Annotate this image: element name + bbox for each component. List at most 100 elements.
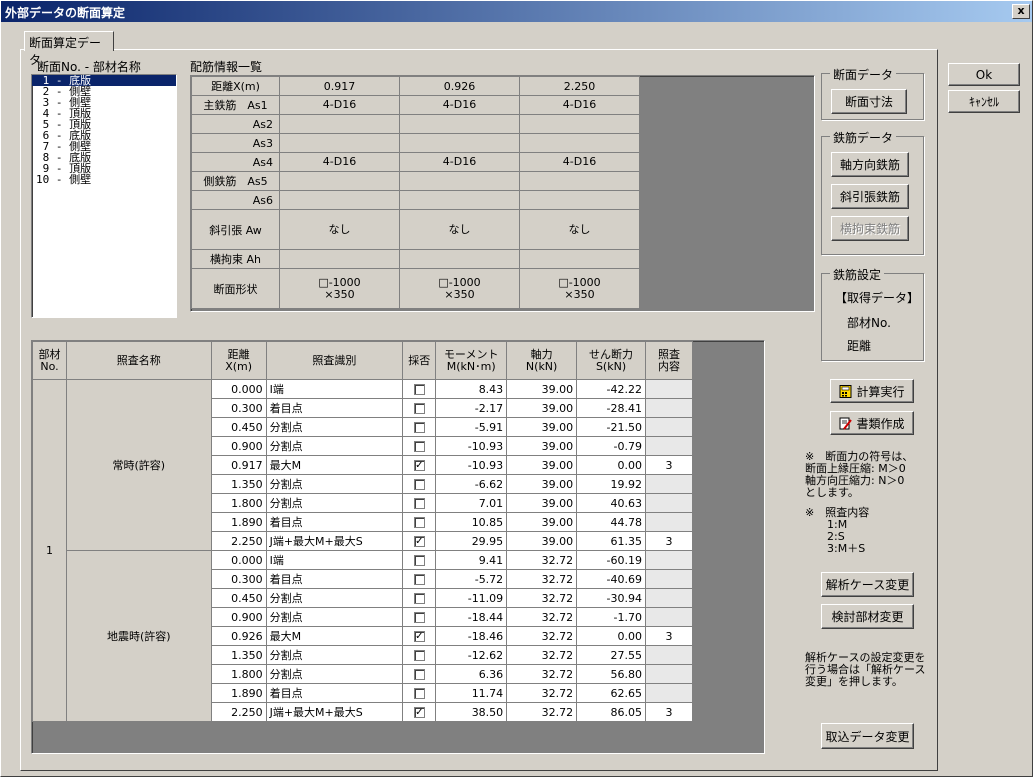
check-id-cell[interactable]: 着目点 — [265, 512, 404, 532]
axial-force-cell[interactable]: 32.72 — [506, 607, 578, 627]
adopt-checkbox[interactable] — [413, 688, 425, 699]
adopt-checkbox[interactable] — [413, 498, 425, 509]
shear-force-cell[interactable]: -42.22 — [576, 379, 646, 399]
moment-cell[interactable]: -2.17 — [435, 398, 508, 418]
adopt-cell[interactable] — [402, 417, 437, 437]
rebar-cell[interactable]: なし — [279, 209, 400, 250]
shear-force-cell[interactable]: 61.35 — [576, 531, 646, 551]
check-id-cell[interactable]: 分割点 — [265, 645, 404, 665]
axial-force-cell[interactable]: 32.72 — [506, 645, 578, 665]
check-content-cell[interactable] — [645, 474, 693, 494]
table-row[interactable]: 1 常時(許容) 0.000 I端 8.43 39.00 -42.22 — [32, 379, 693, 722]
rebar-cell[interactable] — [399, 249, 520, 269]
rebar-cell[interactable] — [519, 114, 640, 134]
adopt-cell[interactable] — [402, 607, 437, 627]
check-id-cell[interactable]: I端 — [265, 550, 404, 570]
calculate-button[interactable]: 計算実行 — [830, 379, 914, 403]
axial-force-cell[interactable]: 39.00 — [506, 417, 578, 437]
adopt-cell[interactable] — [402, 379, 437, 399]
moment-cell[interactable]: -12.62 — [435, 645, 508, 665]
moment-cell[interactable]: 7.01 — [435, 493, 508, 513]
check-content-cell[interactable] — [645, 550, 693, 570]
shear-force-cell[interactable]: 62.65 — [576, 683, 646, 703]
check-content-cell[interactable] — [645, 436, 693, 456]
adopt-checkbox[interactable] — [413, 403, 425, 414]
rebar-cell[interactable] — [399, 114, 520, 134]
diagonal-tension-rebar-button[interactable]: 斜引張鉄筋 — [831, 184, 909, 209]
check-id-cell[interactable]: 分割点 — [265, 474, 404, 494]
check-id-cell[interactable]: 分割点 — [265, 588, 404, 608]
adopt-cell[interactable] — [402, 474, 437, 494]
check-content-cell[interactable] — [645, 607, 693, 627]
rebar-cell[interactable]: □-1000 ×350 — [279, 268, 400, 309]
axial-force-cell[interactable]: 32.72 — [506, 588, 578, 608]
rebar-cell[interactable] — [279, 114, 400, 134]
adopt-cell[interactable] — [402, 645, 437, 665]
shear-force-cell[interactable]: 40.63 — [576, 493, 646, 513]
rebar-cell[interactable]: □-1000 ×350 — [399, 268, 520, 309]
check-id-cell[interactable]: 着目点 — [265, 398, 404, 418]
adopt-checkbox[interactable] — [413, 593, 425, 604]
adopt-cell[interactable] — [402, 569, 437, 589]
check-content-cell[interactable] — [645, 493, 693, 513]
distance-cell[interactable]: 0.300 — [210, 398, 267, 418]
cancel-button[interactable]: ｷｬﾝｾﾙ — [948, 90, 1020, 113]
check-content-cell[interactable] — [645, 569, 693, 589]
check-id-cell[interactable]: 分割点 — [265, 493, 404, 513]
check-content-cell[interactable]: 3 — [645, 626, 693, 646]
axial-force-cell[interactable]: 39.00 — [506, 379, 578, 399]
rebar-cell[interactable]: 4-D16 — [519, 152, 640, 172]
change-analysis-case-button[interactable]: 解析ケース変更 — [821, 572, 914, 597]
member-list-item[interactable]: 10 - 側壁 — [32, 174, 176, 185]
rebar-cell[interactable]: なし — [519, 209, 640, 250]
distance-cell[interactable]: 2.250 — [210, 531, 267, 551]
shear-force-cell[interactable]: 0.00 — [576, 455, 646, 475]
adopt-cell[interactable] — [402, 588, 437, 608]
rebar-cell[interactable] — [519, 171, 640, 191]
rebar-cell[interactable] — [519, 133, 640, 153]
adopt-checkbox[interactable] — [413, 650, 425, 661]
distance-cell[interactable]: 0.000 — [210, 379, 267, 399]
close-button[interactable]: x — [1012, 4, 1030, 19]
distance-cell[interactable]: 1.800 — [210, 493, 267, 513]
check-content-cell[interactable]: 3 — [645, 702, 693, 722]
rebar-cell[interactable]: 4-D16 — [519, 95, 640, 115]
check-content-cell[interactable]: 3 — [645, 531, 693, 551]
tab-section-data[interactable]: 断面算定データ — [24, 31, 114, 67]
adopt-cell[interactable] — [402, 550, 437, 570]
axial-force-cell[interactable]: 32.72 — [506, 550, 578, 570]
axial-force-cell[interactable]: 32.72 — [506, 626, 578, 646]
axial-force-cell[interactable]: 32.72 — [506, 664, 578, 684]
adopt-cell[interactable] — [402, 683, 437, 703]
check-id-cell[interactable]: 着目点 — [265, 683, 404, 703]
distance-cell[interactable]: 1.800 — [210, 664, 267, 684]
axial-force-cell[interactable]: 39.00 — [506, 436, 578, 456]
distance-cell[interactable]: 0.917 — [210, 455, 267, 475]
ok-button[interactable]: Ok — [948, 63, 1020, 86]
moment-cell[interactable]: -5.91 — [435, 417, 508, 437]
moment-cell[interactable]: -10.93 — [435, 436, 508, 456]
member-listbox[interactable]: 1 - 底版 2 - 側壁 3 - 側壁 4 - 頂版 5 - 頂版 6 - 底… — [31, 74, 177, 318]
shear-force-cell[interactable]: 56.80 — [576, 664, 646, 684]
adopt-checkbox[interactable] — [413, 422, 425, 433]
adopt-checkbox[interactable] — [413, 574, 425, 585]
axial-rebar-button[interactable]: 軸方向鉄筋 — [831, 152, 909, 177]
axial-force-cell[interactable]: 32.72 — [506, 683, 578, 703]
axial-force-cell[interactable]: 32.72 — [506, 569, 578, 589]
check-content-cell[interactable] — [645, 664, 693, 684]
adopt-checkbox[interactable] — [413, 517, 425, 528]
distance-cell[interactable]: 1.350 — [210, 645, 267, 665]
moment-cell[interactable]: 10.85 — [435, 512, 508, 532]
adopt-cell[interactable]: ✓ — [402, 531, 437, 551]
shear-force-cell[interactable]: 86.05 — [576, 702, 646, 722]
shear-force-cell[interactable]: -40.69 — [576, 569, 646, 589]
check-id-cell[interactable]: 最大M — [265, 455, 404, 475]
distance-cell[interactable]: 0.926 — [210, 626, 267, 646]
distance-cell[interactable]: 1.890 — [210, 683, 267, 703]
moment-cell[interactable]: -6.62 — [435, 474, 508, 494]
distance-cell[interactable]: 0.300 — [210, 569, 267, 589]
shear-force-cell[interactable]: -1.70 — [576, 607, 646, 627]
adopt-cell[interactable]: ✓ — [402, 702, 437, 722]
check-content-cell[interactable] — [645, 379, 693, 399]
distance-cell[interactable]: 0.900 — [210, 607, 267, 627]
